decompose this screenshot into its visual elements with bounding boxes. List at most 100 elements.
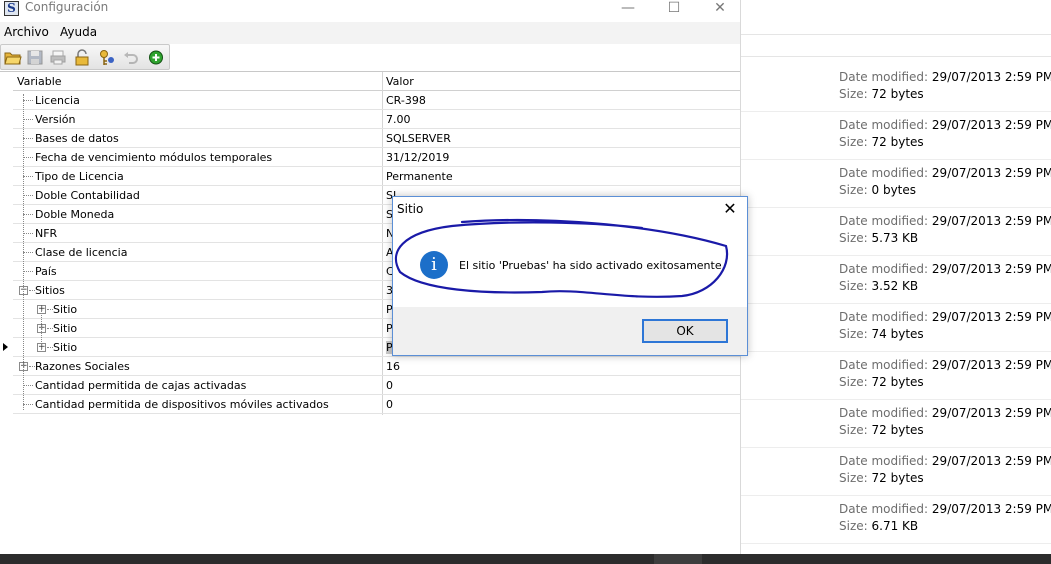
grid-header: Variable Valor (13, 72, 740, 91)
dialog-close-button[interactable]: ✕ (719, 199, 741, 219)
divider (741, 34, 1051, 35)
date-label: Date modified: (839, 406, 929, 420)
value-text: CR-398 (386, 94, 426, 107)
date-value: 29/07/2013 2:59 PM (931, 214, 1051, 228)
size-label: Size: (839, 183, 868, 197)
file-date: Date modified: 29/07/2013 2:59 PM (839, 358, 1051, 372)
file-size: Size: 72 bytes (839, 423, 924, 437)
window-title: Configuración (25, 0, 109, 14)
file-date: Date modified: 29/07/2013 2:59 PM (839, 454, 1051, 468)
file-date: Date modified: 29/07/2013 2:59 PM (839, 70, 1051, 84)
variable-name: Razones Sociales (35, 360, 130, 373)
variable-name: Sitios (35, 284, 65, 297)
file-size: Size: 6.71 KB (839, 519, 918, 533)
date-value: 29/07/2013 2:59 PM (931, 406, 1051, 420)
file-date: Date modified: 29/07/2013 2:59 PM (839, 118, 1051, 132)
size-value: 5.73 KB (871, 231, 919, 245)
date-label: Date modified: (839, 310, 929, 324)
size-label: Size: (839, 327, 868, 341)
date-value: 29/07/2013 2:59 PM (931, 166, 1051, 180)
variable-name: Licencia (35, 94, 80, 107)
column-header-valor[interactable]: Valor (386, 75, 414, 88)
dialog-message: El sitio 'Pruebas' ha sido activado exit… (459, 259, 726, 272)
value-text: 31/12/2019 (386, 151, 450, 164)
file-list-item[interactable]: Date modified: 29/07/2013 2:59 PM Size: 7… (741, 304, 1051, 352)
variable-name: Clase de licencia (35, 246, 128, 259)
open-folder-icon[interactable] (4, 49, 22, 66)
file-date: Date modified: 29/07/2013 2:59 PM (839, 502, 1051, 516)
app-icon: S (4, 1, 19, 16)
date-label: Date modified: (839, 166, 929, 180)
size-label: Size: (839, 135, 868, 149)
taskbar-active-item[interactable] (654, 554, 702, 564)
grid-row[interactable]: Licencia CR-398 (13, 91, 740, 110)
date-label: Date modified: (839, 70, 929, 84)
size-label: Size: (839, 375, 868, 389)
key-icon[interactable] (98, 49, 116, 66)
file-size: Size: 72 bytes (839, 375, 924, 389)
file-date: Date modified: 29/07/2013 2:59 PM (839, 166, 1051, 180)
file-list-item[interactable]: Date modified: 29/07/2013 2:59 PM Size: 7… (741, 400, 1051, 448)
grid-row[interactable]: Tipo de Licencia Permanente (13, 167, 740, 186)
file-list-item[interactable]: Date modified: 29/07/2013 2:59 PM Size: 7… (741, 112, 1051, 160)
grid-row[interactable]: + Razones Sociales 16 (13, 357, 740, 376)
menu-ayuda[interactable]: Ayuda (60, 25, 97, 39)
variable-name: Cantidad permitida de cajas activadas (35, 379, 247, 392)
variable-name: Sitio (53, 303, 78, 316)
size-label: Size: (839, 279, 868, 293)
minimize-button[interactable]: — (605, 0, 651, 20)
file-size: Size: 72 bytes (839, 135, 924, 149)
date-value: 29/07/2013 2:59 PM (931, 70, 1051, 84)
variable-name: Fecha de vencimiento módulos temporales (35, 151, 273, 164)
date-label: Date modified: (839, 262, 929, 276)
date-value: 29/07/2013 2:59 PM (931, 502, 1051, 516)
file-list-item[interactable]: Date modified: 29/07/2013 2:59 PM Size: 5… (741, 208, 1051, 256)
current-row-indicator (3, 343, 8, 351)
grid-row[interactable]: Fecha de vencimiento módulos temporales 3… (13, 148, 740, 167)
file-explorer-details: Date modified: 29/07/2013 2:59 PM Size: 7… (740, 0, 1051, 554)
grid-row[interactable]: Cantidad permitida de cajas activadas 0 (13, 376, 740, 395)
file-list-item[interactable]: Date modified: 29/07/2013 2:59 PM Size: 7… (741, 64, 1051, 112)
variable-name: Cantidad permitida de dispositivos móvil… (35, 398, 329, 411)
save-icon[interactable] (26, 49, 44, 66)
grid-row[interactable]: Cantidad permitida de dispositivos móvil… (13, 395, 740, 414)
date-label: Date modified: (839, 118, 929, 132)
variable-value: 7.00 (386, 113, 411, 126)
toolbar (0, 44, 170, 70)
value-text: 7.00 (386, 113, 411, 126)
value-text: 16 (386, 360, 400, 373)
undo-icon[interactable] (122, 49, 140, 66)
dialog-footer: OK (393, 307, 747, 355)
value-text: 0 (386, 379, 393, 392)
date-value: 29/07/2013 2:59 PM (931, 262, 1051, 276)
file-list-item[interactable]: Date modified: 29/07/2013 2:59 PM Size: 3… (741, 256, 1051, 304)
menu-bar: Archivo Ayuda (0, 22, 740, 44)
grid-row[interactable]: Bases de datos SQLSERVER (13, 129, 740, 148)
size-label: Size: (839, 423, 868, 437)
file-list-item[interactable]: Date modified: 29/07/2013 2:59 PM Size: 7… (741, 352, 1051, 400)
maximize-button[interactable]: ☐ (651, 0, 697, 20)
variable-name: Doble Contabilidad (35, 189, 140, 202)
add-icon[interactable] (147, 49, 165, 66)
print-icon[interactable] (49, 49, 67, 66)
size-value: 0 bytes (871, 183, 917, 197)
file-list-item[interactable]: Date modified: 29/07/2013 2:59 PM Size: 6… (741, 496, 1051, 544)
file-list-item[interactable]: Date modified: 29/07/2013 2:59 PM Size: 0… (741, 160, 1051, 208)
column-header-variable[interactable]: Variable (17, 75, 62, 88)
variable-value: 31/12/2019 (386, 151, 449, 164)
size-value: 72 bytes (871, 135, 924, 149)
variable-value: 0 (386, 379, 393, 392)
variable-name: NFR (35, 227, 58, 240)
menu-archivo[interactable]: Archivo (4, 25, 49, 39)
variable-value: 0 (386, 398, 393, 411)
size-value: 72 bytes (871, 471, 924, 485)
grid-row[interactable]: Versión 7.00 (13, 110, 740, 129)
info-icon: i (420, 251, 448, 279)
title-bar[interactable]: S Configuración — ☐ ✕ (0, 0, 740, 22)
file-list-item[interactable]: Date modified: 29/07/2013 2:59 PM Size: 7… (741, 448, 1051, 496)
lock-icon[interactable] (73, 49, 91, 66)
ok-button[interactable]: OK (642, 319, 728, 343)
size-label: Size: (839, 471, 868, 485)
variable-name: Bases de datos (35, 132, 119, 145)
close-button[interactable]: ✕ (697, 0, 743, 20)
